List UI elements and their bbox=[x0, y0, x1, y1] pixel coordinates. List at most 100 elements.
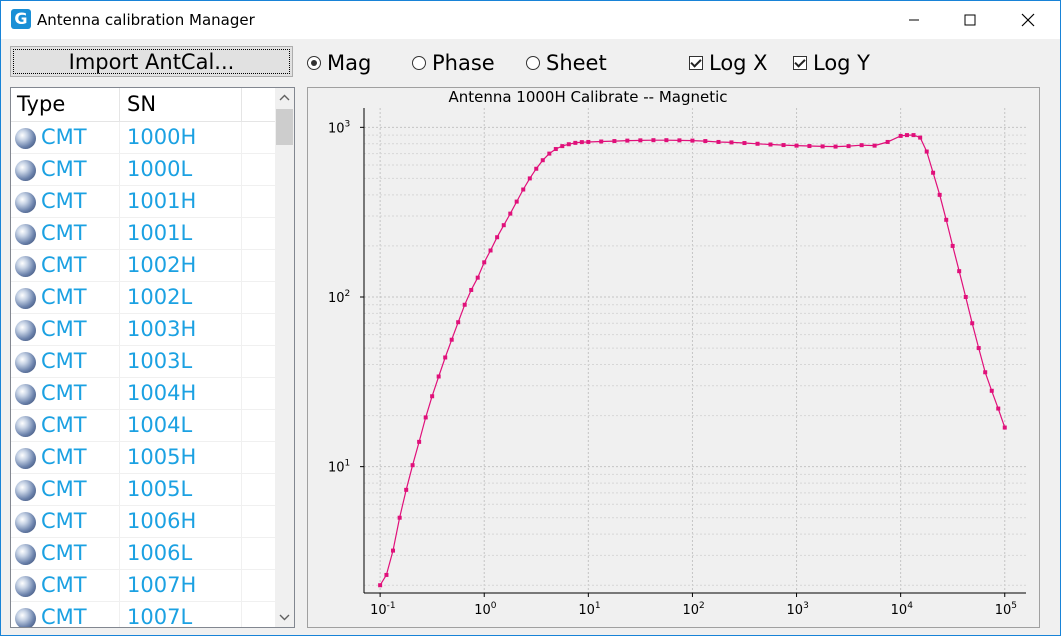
data-point bbox=[794, 143, 799, 148]
log-x-checkbox[interactable]: Log X bbox=[689, 51, 768, 75]
data-point bbox=[423, 415, 428, 420]
data-point bbox=[781, 143, 786, 148]
column-divider bbox=[241, 122, 242, 153]
column-header-sn[interactable]: SN bbox=[127, 88, 156, 121]
x-tick-base: 10 bbox=[474, 603, 491, 618]
list-item[interactable]: CMT 1003H bbox=[11, 314, 275, 346]
mag-radio[interactable]: Mag bbox=[307, 51, 371, 75]
x-tick-label: 105 bbox=[995, 601, 1017, 618]
data-point bbox=[417, 439, 422, 444]
x-tick-label: 10-1 bbox=[370, 601, 396, 618]
globe-icon bbox=[15, 448, 36, 469]
globe-icon bbox=[15, 512, 36, 533]
list-item[interactable]: CMT 1006H bbox=[11, 506, 275, 538]
cell-sn: 1000L bbox=[127, 157, 193, 181]
magnitude-chart: Antenna 1000H Calibrate -- Magnetic 10-1… bbox=[328, 88, 1026, 618]
cell-sn: 1005H bbox=[127, 445, 197, 469]
column-divider[interactable] bbox=[119, 88, 120, 121]
globe-icon bbox=[15, 160, 36, 181]
data-point bbox=[970, 321, 975, 326]
list-item[interactable]: CMT 1007L bbox=[11, 602, 275, 627]
data-point bbox=[508, 211, 513, 216]
column-divider bbox=[241, 538, 242, 569]
column-divider bbox=[119, 474, 120, 505]
column-header-type[interactable]: Type bbox=[17, 88, 65, 121]
column-divider bbox=[119, 442, 120, 473]
y-tick-base: 10 bbox=[328, 291, 345, 306]
list-item[interactable]: CMT 1004H bbox=[11, 378, 275, 410]
scroll-thumb[interactable] bbox=[276, 109, 293, 145]
list-item[interactable]: CMT 1001L bbox=[11, 218, 275, 250]
list-item[interactable]: CMT 1000H bbox=[11, 122, 275, 154]
y-tick-exponent: 1 bbox=[345, 459, 351, 469]
minimize-button[interactable] bbox=[891, 1, 937, 39]
minimize-icon bbox=[909, 19, 919, 21]
close-button[interactable] bbox=[1005, 1, 1051, 39]
list-item[interactable]: CMT 1005H bbox=[11, 442, 275, 474]
sheet-label: Sheet bbox=[546, 51, 607, 75]
column-divider[interactable] bbox=[241, 88, 242, 121]
cell-type: CMT bbox=[41, 285, 87, 309]
list-rows: CMT 1000H CMT 1000L CMT 1001H CMT 1001L CMT 1002H… bbox=[11, 122, 275, 627]
globe-icon bbox=[15, 256, 36, 277]
data-point bbox=[937, 192, 942, 197]
list-item[interactable]: CMT 1002L bbox=[11, 282, 275, 314]
column-divider bbox=[119, 218, 120, 249]
data-point bbox=[514, 199, 519, 204]
data-point bbox=[976, 346, 981, 351]
column-divider bbox=[119, 186, 120, 217]
globe-icon bbox=[15, 128, 36, 149]
list-scrollbar[interactable] bbox=[275, 88, 294, 627]
mag-label: Mag bbox=[327, 51, 372, 75]
data-point bbox=[469, 287, 474, 292]
app-logo-icon: G bbox=[11, 9, 31, 29]
list-item[interactable]: CMT 1007H bbox=[11, 570, 275, 602]
data-point bbox=[651, 138, 656, 143]
cell-type: CMT bbox=[41, 477, 87, 501]
checkbox-checked-icon bbox=[689, 56, 703, 70]
data-point bbox=[690, 138, 695, 143]
plot-side-strip bbox=[1041, 87, 1060, 628]
data-point bbox=[1002, 425, 1007, 430]
antenna-list[interactable]: Type SN CMT 1000H CMT 1000L CMT 1001H CMT 1001L… bbox=[10, 87, 295, 628]
column-divider bbox=[241, 218, 242, 249]
list-item[interactable]: CMT 1001H bbox=[11, 186, 275, 218]
list-item[interactable]: CMT 1006L bbox=[11, 538, 275, 570]
x-tick-base: 10 bbox=[891, 603, 908, 618]
scroll-down-button[interactable] bbox=[275, 607, 294, 627]
list-item[interactable]: CMT 1003L bbox=[11, 346, 275, 378]
data-point bbox=[989, 388, 994, 393]
column-divider bbox=[119, 506, 120, 537]
data-point bbox=[586, 139, 591, 144]
x-tick-label: 101 bbox=[578, 601, 600, 618]
import-antcal-button[interactable]: Import AntCal... bbox=[10, 46, 293, 77]
y-tick-base: 10 bbox=[328, 461, 345, 476]
globe-icon bbox=[15, 352, 36, 373]
close-icon bbox=[1021, 13, 1035, 27]
log-y-checkbox[interactable]: Log Y bbox=[793, 51, 870, 75]
list-item[interactable]: CMT 1002H bbox=[11, 250, 275, 282]
column-divider bbox=[119, 602, 120, 627]
x-tick-exponent: 0 bbox=[491, 601, 497, 611]
cell-type: CMT bbox=[41, 221, 87, 245]
data-point bbox=[885, 139, 890, 144]
list-item[interactable]: CMT 1005L bbox=[11, 474, 275, 506]
data-point bbox=[625, 138, 630, 143]
data-point bbox=[963, 294, 968, 299]
cell-sn: 1007H bbox=[127, 573, 197, 597]
phase-radio[interactable]: Phase bbox=[412, 51, 495, 75]
sheet-radio[interactable]: Sheet bbox=[526, 51, 607, 75]
globe-icon bbox=[15, 384, 36, 405]
maximize-button[interactable] bbox=[947, 1, 993, 39]
cell-type: CMT bbox=[41, 541, 87, 565]
plot-panel[interactable]: Antenna 1000H Calibrate -- Magnetic 10-1… bbox=[307, 87, 1040, 628]
x-tick-exponent: 5 bbox=[1011, 601, 1017, 611]
scroll-up-button[interactable] bbox=[275, 88, 294, 108]
list-item[interactable]: CMT 1004L bbox=[11, 410, 275, 442]
data-point bbox=[540, 158, 545, 163]
x-tick-label: 102 bbox=[682, 601, 704, 618]
data-point bbox=[521, 187, 526, 192]
x-tick-label: 103 bbox=[787, 601, 809, 618]
column-divider bbox=[241, 378, 242, 409]
list-item[interactable]: CMT 1000L bbox=[11, 154, 275, 186]
